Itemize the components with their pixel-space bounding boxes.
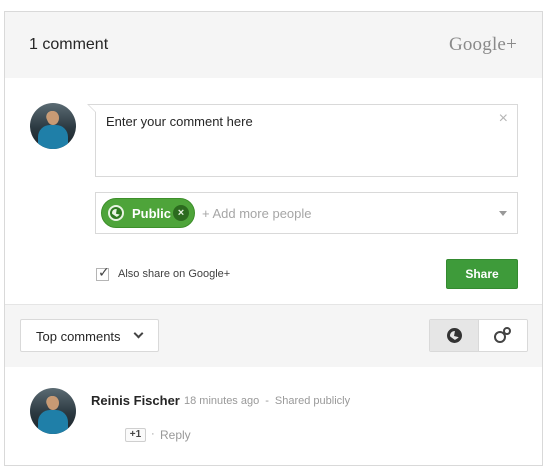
comment-meta: 18 minutes ago - Shared publicly bbox=[184, 395, 350, 407]
audience-selector[interactable]: Public × + Add more people bbox=[95, 192, 518, 234]
view-toggle bbox=[429, 319, 528, 352]
also-share-checkbox[interactable]: ✓ bbox=[96, 264, 110, 281]
globe-icon bbox=[447, 328, 462, 343]
chevron-down-icon bbox=[133, 328, 144, 339]
view-circles-button[interactable] bbox=[479, 320, 527, 351]
sort-dropdown[interactable]: Top comments bbox=[20, 319, 159, 352]
remove-chip-icon[interactable]: × bbox=[173, 205, 189, 221]
also-share-label: Also share on Google+ bbox=[118, 268, 231, 280]
globe-icon bbox=[108, 205, 124, 221]
google-plus-logo[interactable]: Google+ bbox=[449, 34, 517, 56]
add-people-input[interactable]: + Add more people bbox=[202, 206, 312, 221]
meta-separator: - bbox=[265, 395, 269, 407]
close-icon[interactable]: × bbox=[499, 111, 508, 127]
compose-section: Enter your comment here × Public × + Add… bbox=[5, 78, 542, 304]
view-public-button[interactable] bbox=[430, 320, 479, 351]
dropdown-arrow-icon[interactable] bbox=[499, 211, 507, 216]
audience-chip-public[interactable]: Public × bbox=[101, 198, 195, 228]
audience-chip-label: Public bbox=[132, 206, 172, 221]
reply-separator: · bbox=[151, 428, 155, 440]
comment-input[interactable]: Enter your comment here bbox=[106, 114, 253, 129]
reply-link[interactable]: Reply bbox=[160, 428, 191, 442]
circles-icon-small bbox=[503, 327, 511, 335]
avatar[interactable] bbox=[30, 388, 76, 434]
comment-count: 1 comment bbox=[29, 36, 109, 53]
plus-one-button[interactable]: +1 bbox=[125, 428, 146, 442]
sort-bar: Top comments bbox=[5, 304, 542, 367]
widget-header: 1 comment Google+ bbox=[5, 12, 542, 78]
comment-author[interactable]: Reinis Fischer bbox=[91, 393, 180, 408]
comment-time[interactable]: 18 minutes ago bbox=[184, 395, 259, 407]
comment-item: Reinis Fischer 18 minutes ago - Shared pub… bbox=[5, 367, 542, 467]
comments-widget: 1 comment Google+ Enter your comment her… bbox=[4, 11, 543, 466]
avatar[interactable] bbox=[30, 103, 76, 149]
sort-dropdown-label: Top comments bbox=[36, 329, 121, 344]
checkmark-icon: ✓ bbox=[98, 264, 110, 280]
comment-input-box[interactable]: Enter your comment here × bbox=[87, 104, 518, 177]
comment-visibility[interactable]: Shared publicly bbox=[275, 395, 350, 407]
share-button[interactable]: Share bbox=[446, 259, 518, 289]
